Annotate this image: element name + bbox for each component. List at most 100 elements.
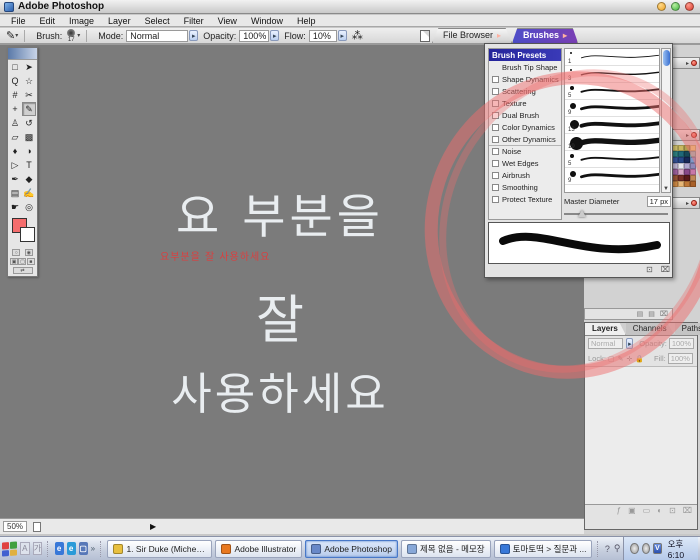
adjustment-layer-icon[interactable]: ◐: [657, 506, 662, 515]
brush-option-item[interactable]: Noise: [489, 145, 561, 157]
taskbar-task-button[interactable]: 1. Sir Duke (Michelle*...: [107, 540, 212, 558]
tool-button[interactable]: T: [22, 158, 36, 172]
palette-close-icon[interactable]: [691, 60, 697, 66]
brush-preset-row[interactable]: 9: [565, 100, 659, 117]
toolbox-logo[interactable]: [8, 48, 37, 60]
checkbox[interactable]: [492, 124, 499, 131]
blend-mode-stepper[interactable]: ▸: [626, 338, 633, 349]
brush-preset-row[interactable]: 13: [565, 117, 659, 134]
palette-menu-arrow-icon[interactable]: ▸: [686, 132, 689, 139]
screen-mode-standard-button[interactable]: ▣: [10, 258, 18, 265]
color-swatch[interactable]: [690, 181, 696, 187]
brush-preset-picker[interactable]: 17: [67, 29, 75, 43]
quicklaunch-desktop-icon[interactable]: ▢: [79, 542, 88, 555]
lock-pixels-icon[interactable]: ✎: [618, 355, 624, 363]
tray-status-icon[interactable]: [630, 543, 638, 554]
layer-style-icon[interactable]: ƒ: [617, 506, 621, 515]
docked-palette-header[interactable]: ▸: [672, 129, 700, 141]
brush-option-item[interactable]: Color Dynamics: [489, 121, 561, 133]
background-color-swatch[interactable]: [20, 227, 35, 242]
tool-button[interactable]: ◑: [22, 144, 36, 158]
mode-select[interactable]: Normal: [126, 30, 188, 42]
brush-option-item[interactable]: Brush Tip Shape: [489, 61, 561, 73]
palette-menu-arrow-icon[interactable]: ▸: [563, 31, 567, 40]
tool-button[interactable]: □: [8, 60, 22, 74]
layer-set-icon[interactable]: ▭: [643, 506, 651, 515]
scroll-down-icon[interactable]: ▼: [663, 186, 669, 192]
quicklaunch-browser-icon[interactable]: e: [67, 542, 76, 555]
quicklaunch-overflow-icon[interactable]: »: [91, 544, 95, 553]
ime-language-icon[interactable]: A: [20, 542, 30, 555]
tool-button[interactable]: ✒: [8, 172, 22, 186]
palette-close-icon[interactable]: [691, 200, 697, 206]
tool-button[interactable]: ✂: [22, 88, 36, 102]
lock-transparency-icon[interactable]: ▢: [608, 355, 615, 363]
scrollbar-thumb[interactable]: [663, 50, 670, 66]
tool-button[interactable]: ✎: [22, 102, 36, 116]
palette-menu-arrow-icon[interactable]: ▸: [497, 31, 501, 40]
layer-fill-input[interactable]: 100%: [668, 353, 693, 364]
new-item-icon[interactable]: ▤: [648, 310, 655, 318]
tray-clock-icon[interactable]: [642, 543, 650, 554]
checkbox[interactable]: [492, 172, 499, 179]
tool-button[interactable]: ▱: [8, 130, 22, 144]
menu-item[interactable]: File: [4, 16, 33, 26]
tool-button[interactable]: ➤: [22, 60, 36, 74]
layer-opacity-input[interactable]: 100%: [669, 338, 694, 349]
close-button[interactable]: [685, 2, 694, 11]
checkbox[interactable]: [492, 148, 499, 155]
tool-button[interactable]: ☆: [22, 74, 36, 88]
slider-thumb[interactable]: [578, 210, 586, 217]
brush-preset-row[interactable]: 5: [565, 151, 659, 168]
flow-stepper[interactable]: ▸: [338, 30, 347, 41]
quicklaunch-ie-icon[interactable]: e: [55, 542, 64, 555]
brush-option-item[interactable]: Smoothing: [489, 181, 561, 193]
layer-mask-icon[interactable]: ▣: [628, 506, 636, 515]
tool-button[interactable]: ♦: [8, 144, 22, 158]
menu-item[interactable]: Help: [290, 16, 323, 26]
menu-item[interactable]: View: [211, 16, 244, 26]
checkbox[interactable]: [492, 76, 499, 83]
delete-icon[interactable]: ⌧: [660, 310, 668, 318]
minimize-button[interactable]: [657, 2, 666, 11]
checkbox[interactable]: [492, 112, 499, 119]
delete-layer-icon[interactable]: ⌧: [683, 506, 692, 515]
layers-list[interactable]: [585, 366, 697, 504]
airbrush-toggle-icon[interactable]: ⁂: [352, 29, 363, 42]
brush-option-item[interactable]: Scattering: [489, 85, 561, 97]
screen-mode-full-button[interactable]: ■: [27, 258, 35, 265]
master-diameter-value[interactable]: 17 px: [647, 196, 671, 207]
docked-palette-header[interactable]: ▸: [672, 197, 700, 209]
windows-start-icon[interactable]: [2, 541, 17, 556]
taskbar-task-button[interactable]: Adobe Illustrator: [215, 540, 302, 558]
delete-brush-icon[interactable]: ⌧: [661, 265, 670, 275]
opacity-input[interactable]: 100%: [239, 30, 269, 42]
brush-option-item[interactable]: Protect Texture: [489, 193, 561, 205]
tool-button[interactable]: +: [8, 102, 22, 116]
taskbar-task-button[interactable]: Adobe Photoshop: [305, 540, 398, 558]
device-tray-icon[interactable]: ⚲: [614, 543, 621, 554]
menu-item[interactable]: Window: [244, 16, 290, 26]
menu-item[interactable]: Image: [62, 16, 101, 26]
help-tray-icon[interactable]: ?: [605, 544, 610, 554]
maximize-button[interactable]: [671, 2, 680, 11]
brush-presets-header[interactable]: Brush Presets: [489, 49, 561, 61]
menu-item[interactable]: Edit: [33, 16, 63, 26]
brush-option-item[interactable]: Shape Dynamics: [489, 73, 561, 85]
palette-menu-arrow-icon[interactable]: ▸: [686, 200, 689, 207]
tool-button[interactable]: #: [8, 88, 22, 102]
taskbar-task-button[interactable]: 토마토떡 > 질문과 ...: [494, 540, 593, 558]
mode-stepper[interactable]: ▸: [189, 30, 198, 41]
menu-item[interactable]: Filter: [177, 16, 211, 26]
quickmask-mode-button[interactable]: ◉: [25, 249, 33, 256]
palette-close-icon[interactable]: [691, 132, 697, 138]
tool-button[interactable]: Q: [8, 74, 22, 88]
checkbox[interactable]: [492, 196, 499, 203]
tool-button[interactable]: ♙: [8, 116, 22, 130]
brush-list-scrollbar[interactable]: ▼: [661, 48, 671, 193]
menu-item[interactable]: Select: [138, 16, 177, 26]
flow-input[interactable]: 10%: [309, 30, 337, 42]
tool-button[interactable]: ▩: [22, 130, 36, 144]
master-diameter-slider[interactable]: [564, 210, 668, 218]
tool-dropdown-arrow-icon[interactable]: ▾: [15, 32, 18, 39]
